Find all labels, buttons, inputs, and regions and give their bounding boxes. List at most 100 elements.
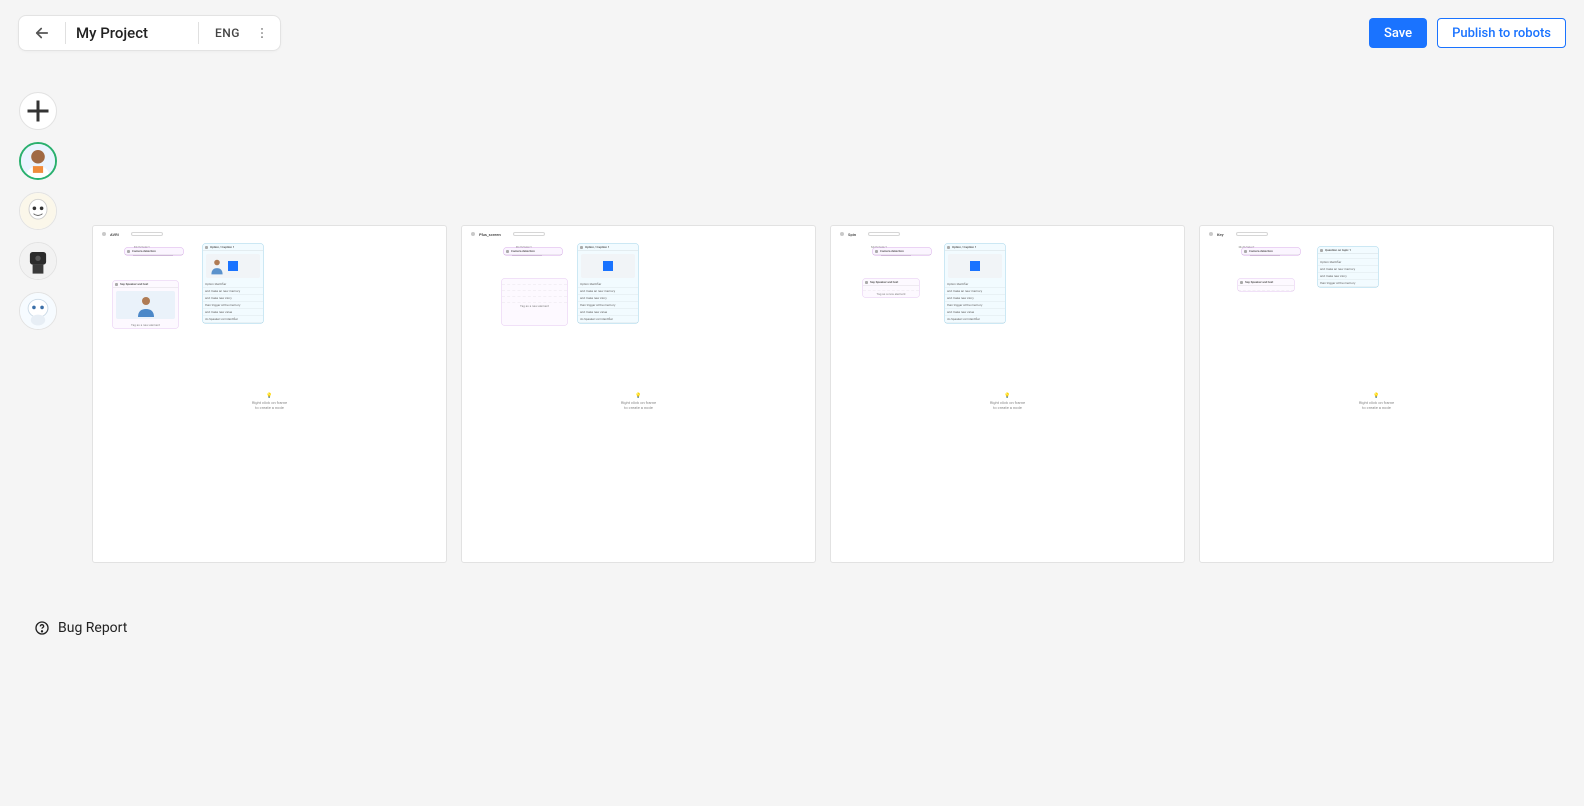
publish-button[interactable]: Publish to robots bbox=[1437, 18, 1566, 48]
back-button[interactable] bbox=[25, 18, 59, 48]
node-line: then trigger at the memory bbox=[203, 302, 263, 309]
hint-text: to create a node bbox=[624, 405, 653, 410]
header-bar: My Project ENG Save Publish to robots bbox=[18, 15, 1566, 51]
node-line: and make new story bbox=[1318, 273, 1378, 280]
divider bbox=[198, 22, 199, 44]
avatar-thumbnail-icon bbox=[134, 293, 158, 317]
frame-header-bar[interactable]: Multi-Select bbox=[131, 232, 163, 236]
avatar-robot-dark[interactable] bbox=[19, 242, 57, 280]
node-title-text: Option / Caption 1 bbox=[585, 245, 609, 249]
node-icon bbox=[1240, 281, 1243, 284]
node-line: Option Identifier bbox=[945, 281, 1005, 288]
hint-text: to create a node bbox=[1362, 405, 1391, 410]
node-line: do Speaker List identifier bbox=[945, 316, 1005, 323]
node-line: and make new story bbox=[203, 295, 263, 302]
frame-header-bar[interactable]: Multi-Select bbox=[868, 232, 900, 236]
node-title: Camera detection bbox=[125, 248, 183, 255]
connection-wire bbox=[133, 255, 173, 256]
node-title-text: Say Speaker and text bbox=[870, 280, 898, 284]
more-vert-icon bbox=[255, 26, 269, 40]
frame-header-dot bbox=[471, 232, 475, 236]
node-image bbox=[581, 254, 635, 278]
node-title: Say Speaker and text bbox=[113, 281, 178, 288]
node-image-avatar bbox=[116, 291, 175, 319]
node-card[interactable]: Option / Caption 1 Option Identifier and… bbox=[578, 244, 638, 323]
frame-header-bar[interactable]: Multi-Select bbox=[513, 232, 545, 236]
node-card[interactable]: Camera detection bbox=[125, 248, 183, 255]
frame-header: Plus_screen Multi-Select bbox=[471, 230, 803, 238]
help-circle-icon bbox=[34, 620, 50, 636]
avatar-robot-pepper[interactable] bbox=[19, 192, 57, 230]
node-image bbox=[206, 254, 260, 278]
frame-inner: Plus_screen Multi-Select Camera detectio… bbox=[468, 229, 809, 556]
frame-card[interactable]: Plus_screen Multi-Select Camera detectio… bbox=[461, 225, 816, 563]
frame-header-bar[interactable]: Multi-Select bbox=[1236, 232, 1268, 236]
avatar-thumbnail-icon bbox=[210, 256, 224, 276]
node-icon bbox=[865, 281, 868, 284]
blue-block-icon bbox=[603, 261, 613, 271]
robot-light-icon bbox=[20, 293, 56, 329]
node-line: Option Identifier bbox=[203, 281, 263, 288]
node-card[interactable]: Say Speaker and text Tag as a new elemen… bbox=[863, 279, 919, 297]
canvas[interactable]: AVRI Multi-Select Camera detection Say S… bbox=[92, 225, 1554, 563]
node-title: Camera detection bbox=[1242, 248, 1300, 255]
node-line: do Speaker List identifier bbox=[203, 316, 263, 323]
save-button[interactable]: Save bbox=[1369, 18, 1427, 48]
node-line: and make new value bbox=[203, 309, 263, 316]
node-line: Option Identifier bbox=[1318, 259, 1378, 266]
node-line: then trigger at the memory bbox=[1318, 280, 1378, 287]
frame-card[interactable]: Key Multi-Select Camera detection Say Sp… bbox=[1199, 225, 1554, 563]
lightbulb-icon: 💡 bbox=[990, 394, 1025, 399]
hint-text: to create a node bbox=[255, 405, 284, 410]
node-card[interactable]: Camera detection bbox=[504, 248, 562, 255]
header-left-group: My Project ENG bbox=[18, 15, 281, 51]
frame-card[interactable]: AVRI Multi-Select Camera detection Say S… bbox=[92, 225, 447, 563]
node-card[interactable]: Question on topic 1 Option Identifier an… bbox=[1318, 247, 1378, 287]
frame-header-dot bbox=[102, 232, 106, 236]
node-title: Say Speaker and text bbox=[1238, 279, 1294, 286]
node-card[interactable]: Camera detection bbox=[873, 248, 931, 255]
node-title: Question on topic 1 bbox=[1318, 247, 1378, 254]
bug-report-button[interactable]: Bug Report bbox=[34, 620, 127, 636]
robot-pepper-icon bbox=[20, 193, 56, 229]
avatar-human-icon bbox=[21, 144, 55, 178]
node-title: Camera detection bbox=[504, 248, 562, 255]
frame-header-name: Spin bbox=[848, 232, 856, 237]
node-title-text: Question on topic 1 bbox=[1325, 248, 1351, 252]
blue-block-icon bbox=[228, 261, 238, 271]
node-tag: Tag as a new element bbox=[113, 322, 178, 328]
header-right-group: Save Publish to robots bbox=[1369, 18, 1566, 48]
node-card[interactable]: Option / Caption 1 Option Identifier and… bbox=[203, 244, 263, 323]
node-card[interactable]: Say Speaker and text Tag as a new elemen… bbox=[113, 281, 178, 328]
frame-header-name: AVRI bbox=[110, 232, 119, 237]
frame-card[interactable]: Spin Multi-Select Camera detection Say S… bbox=[830, 225, 1185, 563]
node-tag: Tag as a new element bbox=[502, 303, 567, 309]
node-line: Option Identifier bbox=[578, 281, 638, 288]
frame-header-dot bbox=[1209, 232, 1213, 236]
node-card[interactable]: Camera detection bbox=[1242, 248, 1300, 255]
node-line: and make new story bbox=[578, 295, 638, 302]
avatar-human-male[interactable] bbox=[19, 142, 57, 180]
node-title-text: Camera detection bbox=[880, 249, 904, 253]
frame-hint: 💡 Right click on frame to create a node bbox=[1359, 394, 1394, 410]
language-selector[interactable]: ENG bbox=[205, 26, 250, 40]
avatar-rail bbox=[18, 92, 58, 330]
avatar-robot-light[interactable] bbox=[19, 292, 57, 330]
frame-hint: 💡 Right click on frame to create a node bbox=[252, 394, 287, 410]
add-avatar-button[interactable] bbox=[19, 92, 57, 130]
node-card[interactable]: Option / Caption 1 Option Identifier and… bbox=[945, 244, 1005, 323]
node-card[interactable]: Say Speaker and text bbox=[1238, 279, 1294, 291]
lightbulb-icon: 💡 bbox=[1359, 394, 1394, 399]
frame-header: Spin Multi-Select bbox=[840, 230, 1172, 238]
node-line: and make an new memory bbox=[203, 288, 263, 295]
node-card[interactable]: Tag as a new element bbox=[502, 279, 567, 325]
node-line: and make new story bbox=[945, 295, 1005, 302]
lightbulb-icon: 💡 bbox=[621, 394, 656, 399]
node-icon bbox=[875, 250, 878, 253]
node-icon bbox=[127, 250, 130, 253]
more-menu-button[interactable] bbox=[250, 19, 274, 47]
node-icon bbox=[1320, 249, 1323, 252]
frame-header-dot bbox=[840, 232, 844, 236]
project-title[interactable]: My Project bbox=[72, 24, 192, 42]
node-line: and make new value bbox=[945, 309, 1005, 316]
